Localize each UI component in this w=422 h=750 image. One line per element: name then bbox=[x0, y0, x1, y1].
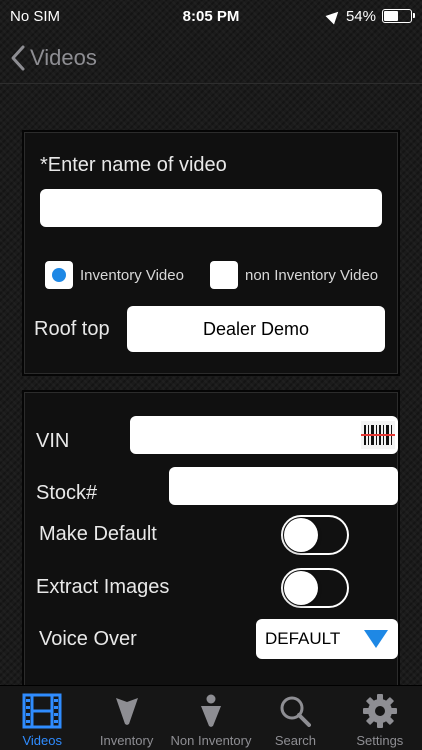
vin-input[interactable] bbox=[130, 416, 398, 454]
status-bar: No SIM 8:05 PM 54% bbox=[0, 0, 422, 32]
back-label: Videos bbox=[30, 44, 97, 70]
inventory-video-label: Inventory Video bbox=[80, 267, 184, 284]
battery-percent: 54% bbox=[345, 7, 376, 25]
extract-images-label: Extract Images bbox=[36, 576, 170, 598]
video-name-panel: *Enter name of video Inventory Video non… bbox=[22, 130, 400, 376]
tab-non-inventory[interactable]: Non Inventory bbox=[169, 686, 253, 750]
extract-images-toggle[interactable] bbox=[281, 568, 349, 608]
toggle-knob bbox=[284, 518, 318, 552]
tab-search[interactable]: Search bbox=[253, 686, 337, 750]
rooftop-selector[interactable]: Dealer Demo bbox=[127, 306, 385, 352]
rooftop-label: Roof top bbox=[34, 318, 110, 340]
barcode-graphic bbox=[361, 421, 395, 449]
make-default-label: Make Default bbox=[39, 523, 157, 545]
tab-bar: Videos Inventory Non Inventory Search Se… bbox=[0, 685, 422, 750]
vin-field-wrapper bbox=[130, 416, 398, 454]
toggle-knob bbox=[284, 571, 318, 605]
tab-videos[interactable]: Videos bbox=[0, 686, 84, 750]
chevron-left-icon bbox=[11, 45, 25, 70]
film-icon bbox=[22, 691, 62, 731]
navigation-bar: Videos bbox=[0, 32, 422, 84]
radio-selected-dot bbox=[52, 268, 66, 282]
carrier-label: No SIM bbox=[10, 7, 61, 25]
non-inventory-video-label: non Inventory Video bbox=[245, 267, 379, 284]
status-right: 54% bbox=[325, 7, 415, 25]
voice-over-select[interactable]: DEFAULT bbox=[256, 619, 398, 659]
location-icon bbox=[325, 7, 343, 25]
tab-label-videos: Videos bbox=[22, 733, 62, 748]
gear-icon bbox=[362, 691, 398, 731]
make-default-toggle[interactable] bbox=[281, 515, 349, 555]
barcode-scan-icon[interactable] bbox=[361, 420, 395, 450]
vin-label: VIN bbox=[36, 430, 70, 452]
voice-over-value: DEFAULT bbox=[265, 629, 341, 648]
stock-input[interactable] bbox=[169, 467, 398, 505]
inventory-icon bbox=[114, 691, 140, 731]
stock-label: Stock# bbox=[36, 482, 98, 504]
battery-icon bbox=[382, 9, 415, 23]
tab-inventory[interactable]: Inventory bbox=[84, 686, 168, 750]
tab-settings[interactable]: Settings bbox=[338, 686, 422, 750]
tab-label-non-inventory: Non Inventory bbox=[170, 733, 252, 748]
non-inventory-video-radio[interactable] bbox=[210, 261, 238, 289]
tab-label-inventory: Inventory bbox=[99, 733, 154, 748]
back-button[interactable]: Videos bbox=[10, 44, 97, 72]
vehicle-options-panel: VIN Stock# Make Default Extract Images V… bbox=[22, 390, 400, 690]
tab-label-search: Search bbox=[274, 733, 317, 748]
inventory-video-radio[interactable] bbox=[45, 261, 73, 289]
video-name-label: *Enter name of video bbox=[40, 154, 227, 176]
tab-label-settings: Settings bbox=[356, 733, 404, 748]
dropdown-arrow-icon bbox=[364, 630, 388, 648]
video-name-input[interactable] bbox=[40, 189, 382, 227]
search-icon bbox=[279, 691, 312, 731]
voice-over-label: Voice Over bbox=[39, 628, 137, 650]
person-icon bbox=[198, 691, 224, 731]
